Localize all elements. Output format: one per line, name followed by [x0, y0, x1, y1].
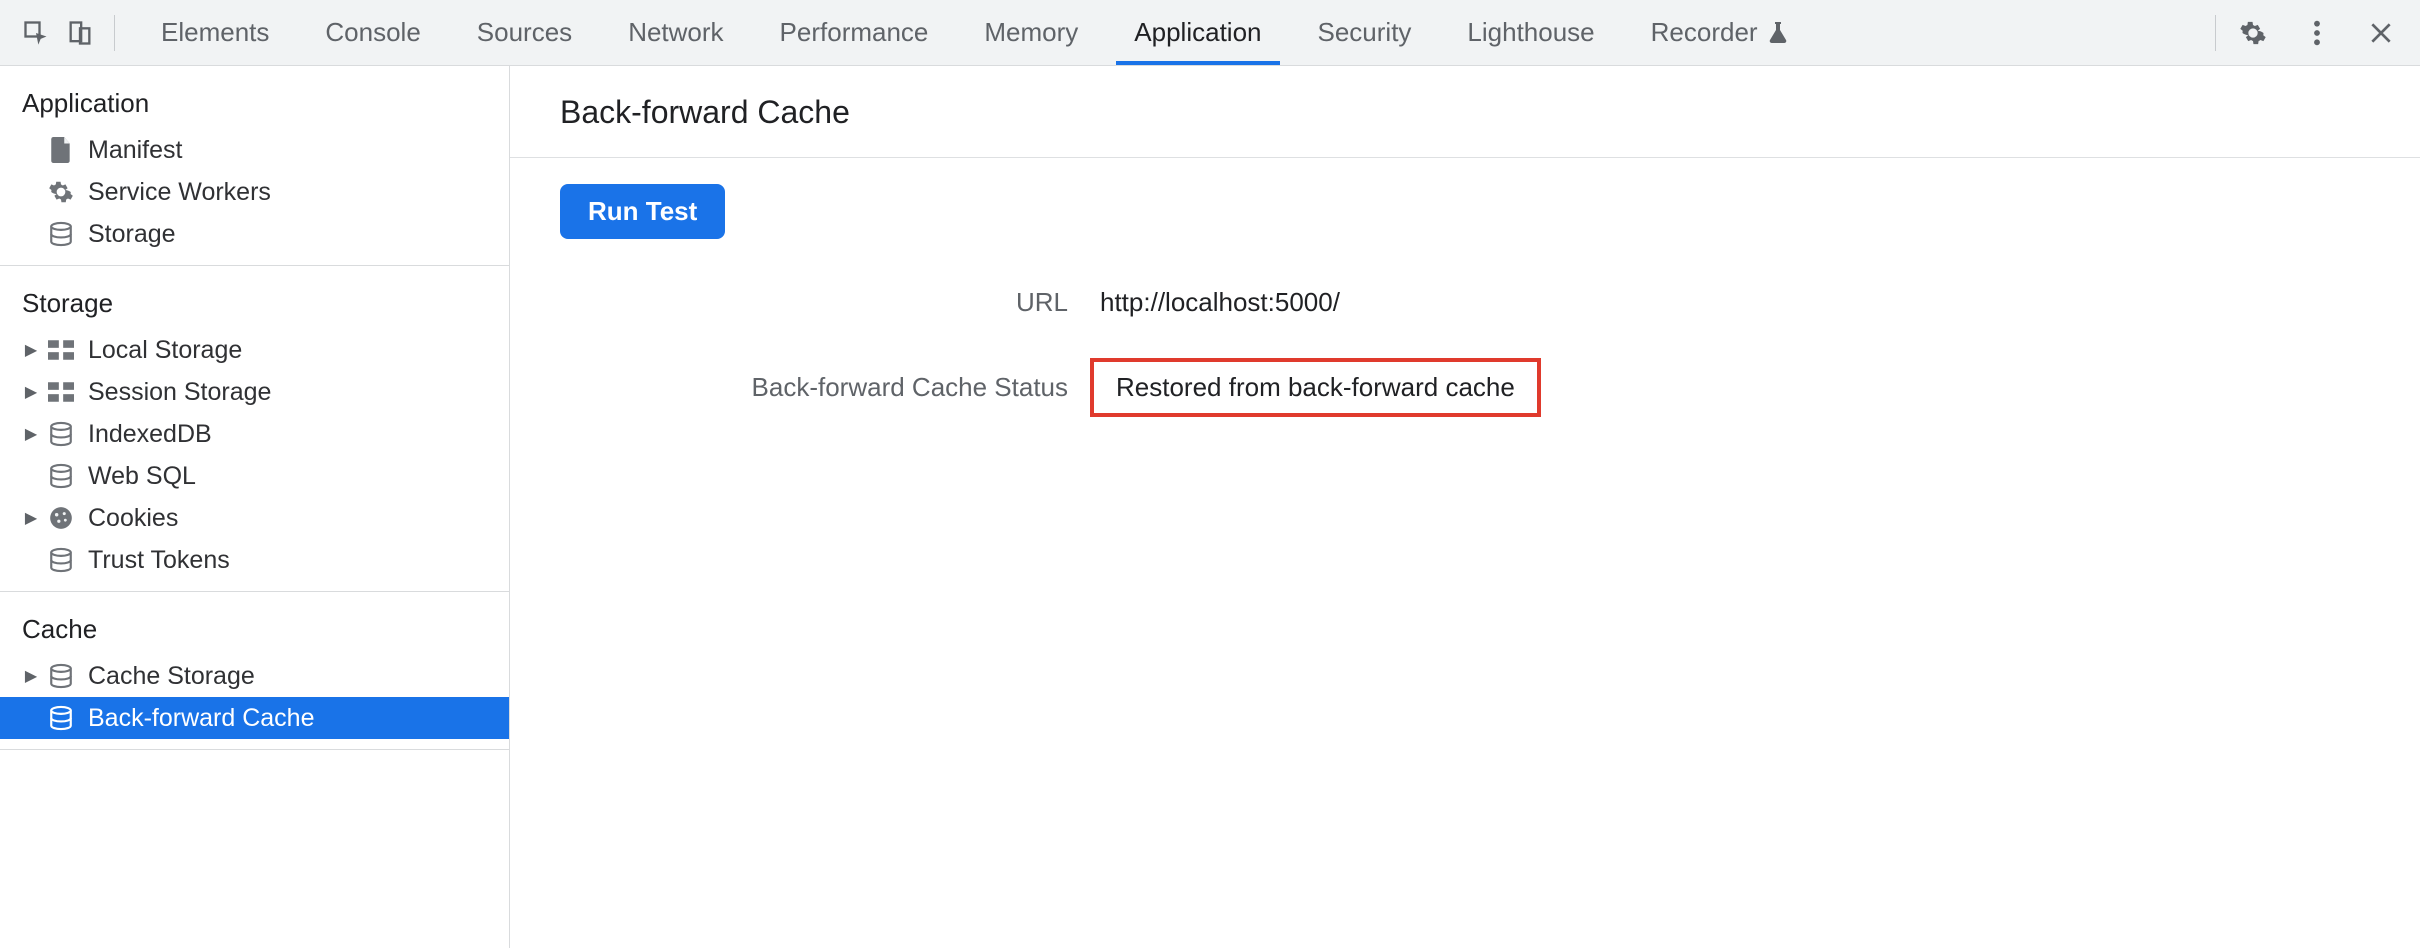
application-sidebar: Application Manifest Service Workers Storag… [0, 66, 510, 948]
expander-icon: ▶ [22, 424, 40, 444]
inspect-element-icon[interactable] [14, 11, 58, 55]
tab-recorder[interactable]: Recorder [1623, 0, 1816, 65]
cookie-icon [46, 503, 76, 533]
tab-label: Console [325, 17, 420, 48]
sidebar-item-label: Manifest [88, 136, 182, 165]
tab-label: Performance [780, 17, 929, 48]
sidebar-item-label: Cookies [88, 504, 178, 533]
db-icon [46, 661, 76, 691]
sidebar-item-label: Storage [88, 220, 176, 249]
report-label: URL [500, 287, 1090, 318]
content-pane: Back-forward Cache Run Test URLhttp://lo… [510, 66, 2420, 948]
sidebar-item-indexeddb[interactable]: ▶ IndexedDB [0, 413, 509, 455]
sidebar-section: Storage ▶ Local Storage ▶ Session Storage ▶ In… [0, 266, 509, 592]
report-row: URLhttp://localhost:5000/ [500, 281, 2380, 324]
expander-icon: ▶ [22, 382, 40, 402]
tab-application[interactable]: Application [1106, 0, 1289, 65]
report-block: URLhttp://localhost:5000/Back-forward Ca… [500, 281, 2380, 417]
tab-label: Network [628, 17, 723, 48]
sidebar-item-local-storage[interactable]: ▶ Local Storage [0, 329, 509, 371]
report-label: Back-forward Cache Status [500, 372, 1090, 403]
sidebar-item-label: IndexedDB [88, 420, 212, 449]
db-icon [46, 461, 76, 491]
sidebar-item-label: Service Workers [88, 178, 271, 207]
sidebar-item-label: Local Storage [88, 336, 242, 365]
tab-label: Memory [984, 17, 1078, 48]
sidebar-section: Cache ▶ Cache Storage Back-forward Cache [0, 592, 509, 750]
gear-icon [46, 177, 76, 207]
tab-lighthouse[interactable]: Lighthouse [1439, 0, 1622, 65]
file-icon [46, 135, 76, 165]
sidebar-section: Application Manifest Service Workers Storag… [0, 66, 509, 266]
sidebar-item-web-sql[interactable]: Web SQL [0, 455, 509, 497]
sidebar-item-trust-tokens[interactable]: Trust Tokens [0, 539, 509, 581]
sidebar-item-label: Trust Tokens [88, 546, 230, 575]
sidebar-item-label: Back-forward Cache [88, 704, 314, 733]
tab-console[interactable]: Console [297, 0, 448, 65]
sidebar-item-session-storage[interactable]: ▶ Session Storage [0, 371, 509, 413]
db-icon [46, 545, 76, 575]
db-icon [46, 219, 76, 249]
report-value: http://localhost:5000/ [1090, 281, 1350, 324]
sidebar-item-storage[interactable]: Storage [0, 213, 509, 255]
tab-network[interactable]: Network [600, 0, 751, 65]
toolbar-right [2228, 11, 2406, 55]
divider [510, 157, 2420, 158]
expander-icon: ▶ [22, 666, 40, 686]
tab-elements[interactable]: Elements [133, 0, 297, 65]
tab-security[interactable]: Security [1290, 0, 1440, 65]
sidebar-item-cache-storage[interactable]: ▶ Cache Storage [0, 655, 509, 697]
sidebar-item-manifest[interactable]: Manifest [0, 129, 509, 171]
sidebar-item-label: Session Storage [88, 378, 271, 407]
sidebar-item-cookies[interactable]: ▶ Cookies [0, 497, 509, 539]
devtools-toolbar: Elements Console Sources Network Performance… [0, 0, 2420, 66]
toolbar-separator [2215, 15, 2216, 51]
sidebar-item-label: Web SQL [88, 462, 196, 491]
sidebar-section-title: Cache [0, 606, 509, 655]
sidebar-item-back-forward-cache[interactable]: Back-forward Cache [0, 697, 509, 739]
toolbar-separator [114, 15, 115, 51]
grid-icon [46, 335, 76, 365]
tab-sources[interactable]: Sources [449, 0, 600, 65]
run-test-button[interactable]: Run Test [560, 184, 725, 239]
tab-label: Recorder [1651, 17, 1758, 48]
expander-icon: ▶ [22, 508, 40, 528]
expander-icon: ▶ [22, 340, 40, 360]
sidebar-item-service-workers[interactable]: Service Workers [0, 171, 509, 213]
main-area: Application Manifest Service Workers Storag… [0, 66, 2420, 948]
tab-performance[interactable]: Performance [752, 0, 957, 65]
db-icon [46, 419, 76, 449]
device-toggle-icon[interactable] [58, 11, 102, 55]
tab-label: Security [1318, 17, 1412, 48]
tab-label: Application [1134, 17, 1261, 48]
close-devtools-icon[interactable] [2356, 11, 2406, 55]
sidebar-section-title: Application [0, 80, 509, 129]
devtools-tabs: Elements Console Sources Network Performance… [133, 0, 2203, 65]
tab-memory[interactable]: Memory [956, 0, 1106, 65]
sidebar-item-label: Cache Storage [88, 662, 255, 691]
grid-icon [46, 377, 76, 407]
sidebar-section-title: Storage [0, 280, 509, 329]
flask-icon [1768, 22, 1788, 44]
db-icon [46, 703, 76, 733]
tab-label: Sources [477, 17, 572, 48]
report-row: Back-forward Cache StatusRestored from b… [500, 358, 2380, 417]
settings-icon[interactable] [2228, 11, 2278, 55]
tab-label: Lighthouse [1467, 17, 1594, 48]
page-title: Back-forward Cache [550, 86, 2380, 157]
more-options-icon[interactable] [2292, 11, 2342, 55]
tab-label: Elements [161, 17, 269, 48]
report-value: Restored from back-forward cache [1090, 358, 1541, 417]
